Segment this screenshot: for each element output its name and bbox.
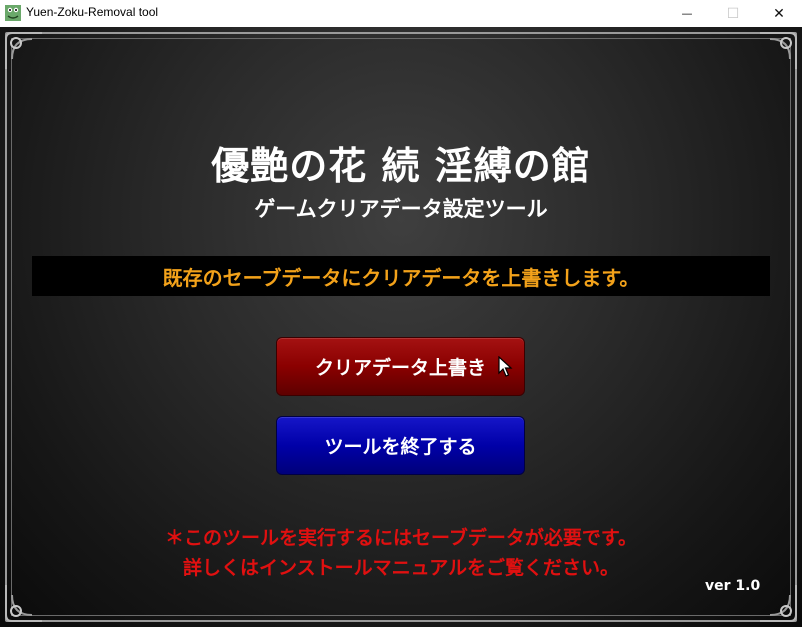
- info-banner-text: 既存のセーブデータにクリアデータを上書きします。: [162, 265, 640, 290]
- minimize-icon: —: [681, 7, 693, 20]
- manual-note: 詳しくはインストールマニュアルをご覧ください。: [182, 557, 620, 579]
- window-title: Yuen-Zoku-Removal tool: [26, 5, 159, 19]
- mouse-cursor-icon: [498, 356, 513, 377]
- info-banner: 既存のセーブデータにクリアデータを上書きします。: [32, 256, 770, 296]
- quit-tool-label: ツールを終了する: [324, 436, 477, 458]
- tool-subtitle: ゲームクリアデータ設定ツール: [254, 197, 548, 221]
- close-button[interactable]: ✕: [756, 0, 802, 27]
- maximize-icon: ☐: [726, 5, 740, 22]
- maximize-button: ☐: [710, 0, 756, 27]
- minimize-button[interactable]: —: [664, 0, 710, 27]
- overwrite-clear-data-label: クリアデータ上書き: [314, 357, 486, 379]
- requirement-note: ＊このツールを実行するにはセーブデータが必要です。: [165, 527, 637, 549]
- overwrite-clear-data-button[interactable]: クリアデータ上書き: [276, 337, 525, 396]
- corner-ornament-icon: [5, 585, 42, 622]
- corner-ornament-icon: [5, 32, 42, 69]
- game-title: 優艶の花 続 淫縛の館: [211, 144, 591, 188]
- corner-ornament-icon: [760, 32, 797, 69]
- close-icon: ✕: [773, 5, 785, 22]
- corner-ornament-icon: [760, 585, 797, 622]
- window-titlebar: Yuen-Zoku-Removal tool — ☐ ✕: [0, 0, 802, 28]
- game-canvas: 優艶の花 続 淫縛の館 ゲームクリアデータ設定ツール 既存のセーブデータにクリア…: [0, 27, 802, 627]
- frog-app-icon: [5, 5, 21, 21]
- version-label: ver 1.0: [705, 578, 761, 594]
- quit-tool-button[interactable]: ツールを終了する: [276, 416, 525, 475]
